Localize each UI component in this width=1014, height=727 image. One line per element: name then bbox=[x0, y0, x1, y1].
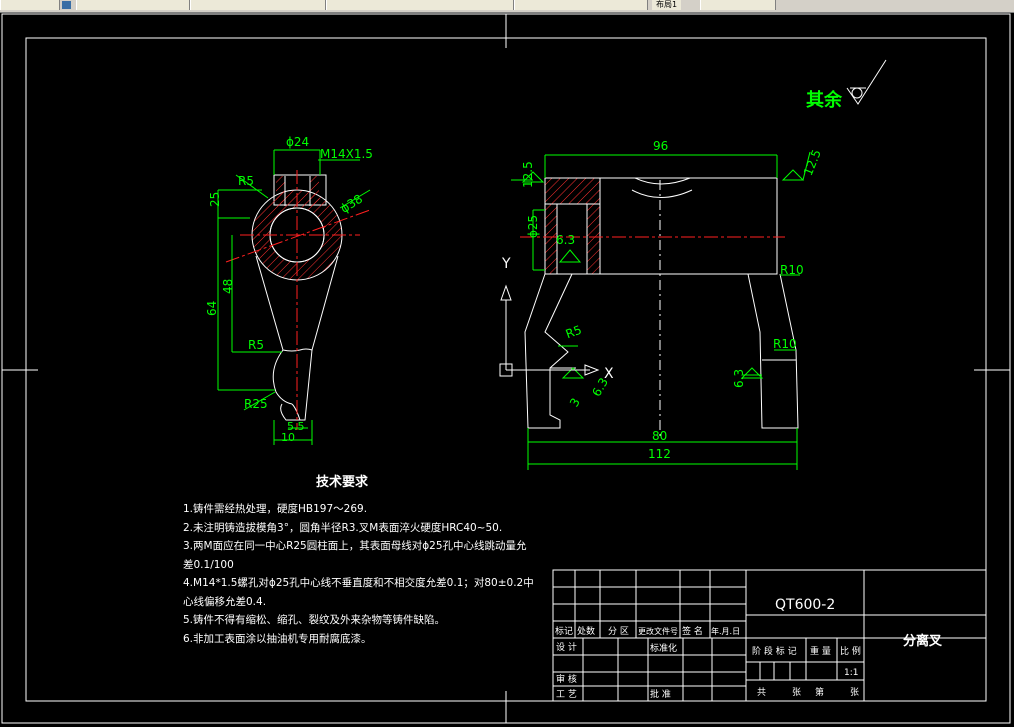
header-sign: 签 名 bbox=[682, 625, 703, 637]
axis-x-label: X bbox=[604, 366, 614, 382]
dim-r5-mid: R5 bbox=[248, 338, 264, 352]
dim-48: 48 bbox=[221, 279, 235, 294]
tech-item: 6.非加工表面涂以抽油机专用耐腐底漆。 bbox=[183, 632, 372, 645]
header-count: 处数 bbox=[577, 625, 595, 637]
dim-r5-top: R5 bbox=[238, 174, 254, 188]
tech-item: 4.M14*1.5螺孔对ϕ25孔中心线不垂直度和不相交度允差0.1；对80±0.… bbox=[183, 577, 534, 589]
dim-r10-top: R10 bbox=[780, 263, 804, 277]
rough-12-5-right: 12.5 bbox=[801, 148, 824, 178]
tech-item: 2.未注明铸造拔模角3°，圆角半径R3.叉M表面淬火硬度HRC40~50. bbox=[183, 521, 503, 534]
surface-roughness-symbol: 其余 bbox=[806, 59, 887, 111]
tech-item: 5.铸件不得有缩松、缩孔、裂纹及外来杂物等铸件缺陷。 bbox=[183, 614, 446, 626]
axis-y-label: Y bbox=[501, 256, 511, 272]
dim-3: 3 bbox=[567, 396, 583, 410]
weight-label: 重 量 bbox=[810, 645, 831, 657]
dim-d25: ϕ25 bbox=[526, 215, 540, 238]
left-dimension-text: ϕ24 M14X1.5 R5 ϕ38 25 48 64 R5 R25 5.5 1… bbox=[205, 135, 373, 444]
dim-r10-right: R10 bbox=[773, 337, 797, 351]
scale-label: 比 例 bbox=[840, 645, 861, 657]
title-block-text: QT600-2 分离叉 标记 处数 分 区 更改文件号 签 名 年.月.日 设 … bbox=[555, 597, 943, 700]
standardize-label: 标准化 bbox=[650, 642, 677, 654]
dim-112: 112 bbox=[648, 447, 671, 461]
header-mark: 标记 bbox=[555, 625, 573, 637]
process-label: 工 艺 bbox=[556, 689, 577, 700]
material-text: QT600-2 bbox=[775, 597, 835, 613]
surface-roughness-label: 其余 bbox=[806, 89, 843, 111]
sheets-word: 张 bbox=[792, 687, 801, 698]
dim-64: 64 bbox=[205, 301, 219, 316]
dim-96: 96 bbox=[653, 139, 668, 153]
header-docno: 更改文件号 bbox=[638, 626, 678, 636]
header-zone: 分 区 bbox=[608, 626, 629, 637]
dim-d24: ϕ24 bbox=[286, 135, 309, 149]
sheet-no-label: 第 bbox=[815, 686, 824, 698]
dim-r25: R25 bbox=[244, 397, 268, 411]
sheets-total-label: 共 bbox=[757, 687, 766, 698]
tech-item: 1.铸件需经热处理，硬度HB197～269. bbox=[183, 503, 368, 515]
tech-requirements-title: 技术要求 bbox=[316, 475, 369, 490]
scale-value: 1:1 bbox=[844, 668, 858, 678]
dim-10: 10 bbox=[281, 431, 295, 444]
rough-6-3-bottom: 6.3 bbox=[732, 369, 746, 388]
tech-item: 心线偏移允差0.4. bbox=[183, 595, 267, 608]
dim-r5-right: R5 bbox=[564, 323, 584, 342]
design-label: 设 计 bbox=[556, 641, 577, 653]
dim-m14: M14X1.5 bbox=[320, 147, 373, 161]
axis-indicator bbox=[499, 284, 600, 377]
dim-25: 25 bbox=[208, 192, 222, 207]
approve-label: 批 准 bbox=[650, 688, 671, 700]
header-date: 年.月.日 bbox=[711, 626, 740, 636]
sheet-word: 张 bbox=[850, 687, 859, 698]
rough-6-3-inner: 6.3 bbox=[556, 233, 575, 247]
review-label: 审 核 bbox=[556, 673, 577, 685]
dim-80: 80 bbox=[652, 429, 667, 443]
tech-item: 差0.1/100 bbox=[183, 558, 234, 571]
part-name: 分离叉 bbox=[903, 633, 943, 649]
right-view bbox=[524, 177, 799, 429]
stage-mark-label: 阶 段 标 记 bbox=[752, 645, 797, 657]
tech-requirements-list: 1.铸件需经热处理，硬度HB197～269. 2.未注明铸造拔模角3°，圆角半径… bbox=[183, 500, 534, 648]
tech-item: 3.两M面应在同一中心R25圆柱面上，其表面母线对ϕ25孔中心线跳动量允 bbox=[183, 540, 527, 552]
rough-12-5-left: 12.5 bbox=[521, 161, 535, 188]
axis-labels: Y X bbox=[501, 256, 614, 382]
